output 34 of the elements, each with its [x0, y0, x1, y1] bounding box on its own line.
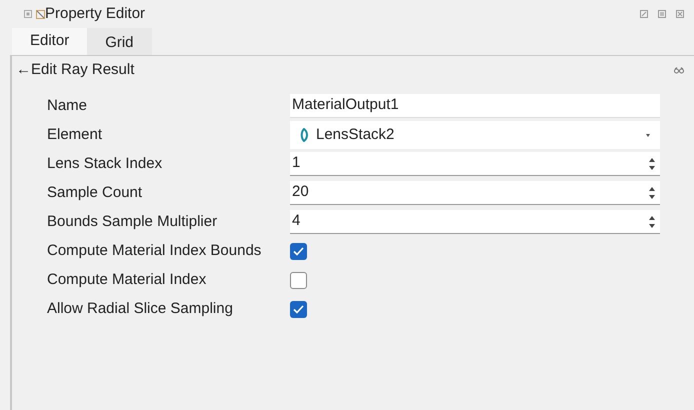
window-icon	[36, 10, 45, 18]
spin-arrows-icon[interactable]	[648, 214, 656, 228]
maximize-icon[interactable]	[658, 10, 666, 18]
spin-arrows-icon[interactable]	[648, 186, 656, 200]
number-field[interactable]: 20	[290, 181, 660, 205]
pin-icon[interactable]	[24, 10, 32, 18]
spin-arrows-icon[interactable]	[648, 156, 656, 170]
glasses-icon[interactable]	[674, 66, 684, 74]
checkbox[interactable]	[290, 300, 307, 318]
property-label: Element	[46, 124, 104, 145]
checkbox[interactable]	[290, 272, 307, 288]
property-label: Bounds Sample Multiplier	[46, 212, 218, 232]
checkbox[interactable]	[290, 242, 307, 260]
window-title: Property Editor	[45, 4, 146, 24]
checkmark-icon	[293, 304, 304, 314]
back-arrow[interactable]: ←	[16, 58, 31, 82]
number-field[interactable]: 4	[290, 210, 660, 234]
tab[interactable]: Editor	[12, 28, 88, 55]
panel-heading: Edit Ray Result	[31, 60, 134, 80]
name-field[interactable]: MaterialOutput1	[290, 94, 660, 118]
property-label: Sample Count	[46, 182, 144, 203]
lens-icon	[300, 128, 308, 142]
close-icon[interactable]	[676, 10, 684, 18]
property-label: Compute Material Index Bounds	[46, 240, 262, 261]
number-field[interactable]: 1	[290, 152, 660, 176]
property-label: Name	[46, 96, 88, 116]
property-label: Allow Radial Slice Sampling	[46, 298, 234, 319]
property-label: Compute Material Index	[46, 270, 208, 290]
property-label: Lens Stack Index	[46, 154, 164, 174]
caret-icon	[646, 134, 650, 136]
checkmark-icon	[293, 246, 304, 256]
tab[interactable]: Grid	[87, 28, 152, 55]
element-dropdown[interactable]: LensStack2	[290, 121, 660, 149]
float-icon[interactable]	[640, 10, 648, 18]
